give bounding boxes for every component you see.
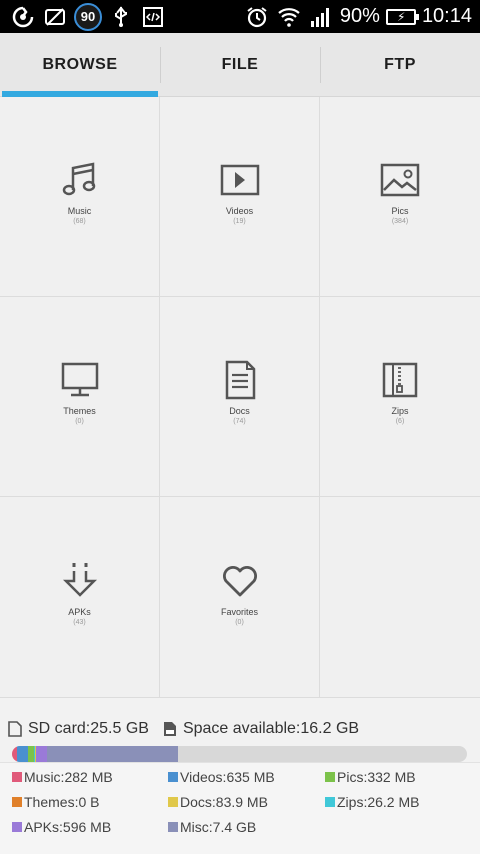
legend-text: Pics:332 MB [337, 769, 416, 785]
document-icon [218, 358, 262, 402]
sd-card-icon [8, 721, 22, 737]
category-label: Music [67, 206, 92, 216]
legend-swatch [168, 772, 178, 782]
legend-music: Music:282 MB [12, 769, 113, 785]
category-label: APKs [68, 606, 91, 617]
category-count: (68) [73, 218, 86, 225]
category-zips[interactable]: Zips (6) [320, 297, 480, 497]
picture-icon [378, 158, 422, 202]
usage-segment-videos [17, 746, 28, 762]
battery-percent: 90% [339, 5, 380, 27]
category-count: (74) [233, 418, 246, 425]
category-docs[interactable]: Docs (74) [160, 297, 320, 497]
legend-text: Videos:635 MB [180, 769, 275, 785]
legend-themes: Themes:0 B [12, 794, 99, 810]
legend-docs: Docs:83.9 MB [168, 794, 268, 810]
tab-ftp[interactable]: FTP [320, 33, 480, 97]
heart-icon [218, 559, 262, 603]
legend-videos: Videos:635 MB [168, 769, 275, 785]
sd-card-info: SD card:25.5 GB [8, 720, 149, 738]
video-icon [218, 158, 262, 202]
category-favorites[interactable]: Favorites (0) [160, 497, 320, 698]
legend-swatch [12, 772, 22, 782]
sync-icon [10, 4, 36, 30]
legend-pics: Pics:332 MB [325, 769, 416, 785]
legend-text: Zips:26.2 MB [337, 794, 420, 810]
usage-segment-misc [46, 746, 179, 762]
zip-icon [378, 358, 422, 402]
sd-card-filled-icon [163, 722, 176, 736]
empty-cell [320, 497, 480, 698]
category-music[interactable]: Music (68) [0, 97, 160, 297]
legend-swatch [12, 797, 22, 807]
category-count: (43) [73, 618, 86, 626]
tab-browse[interactable]: BROWSE [0, 33, 160, 97]
apk-download-icon [58, 559, 102, 603]
music-icon [58, 158, 102, 202]
category-label: Themes [63, 406, 96, 416]
legend-text: Themes:0 B [24, 794, 100, 810]
category-videos[interactable]: Videos (19) [160, 97, 320, 297]
category-label: Videos [225, 206, 254, 216]
legend-misc: Misc:7.4 GB [168, 819, 256, 835]
notification-count-badge: 90 [74, 2, 102, 31]
space-available-info: Space available:16.2 GB [163, 720, 359, 738]
category-label: Favorites [220, 606, 258, 617]
monitor-icon [58, 358, 102, 402]
tab-bar: BROWSE FILE FTP [0, 33, 480, 97]
category-apks[interactable]: APKs (43) [0, 497, 160, 698]
category-count: (0) [235, 618, 244, 626]
category-count: (6) [395, 418, 405, 425]
legend-text: APKs:596 MB [24, 819, 112, 835]
legend-swatch [12, 822, 22, 832]
storage-summary: SD card:25.5 GB Space available:16.2 GB [8, 718, 373, 740]
category-count: (384) [391, 218, 409, 225]
usb-icon [108, 4, 134, 30]
signal-strength-icon [308, 4, 334, 30]
storage-legend: Music:282 MB Videos:635 MB Pics:332 MB T… [0, 762, 480, 854]
category-label: Zips [391, 406, 409, 416]
legend-swatch [168, 822, 178, 832]
battery-charging-icon: ⚡ [385, 8, 419, 25]
legend-apks: APKs:596 MB [12, 819, 111, 835]
category-count: (0) [75, 418, 84, 425]
category-themes[interactable]: Themes (0) [0, 297, 160, 497]
clock-time: 10:14 [421, 5, 472, 27]
status-bar: 90 90% ⚡ 10:14 [0, 0, 480, 33]
storage-usage-bar [12, 746, 467, 762]
developer-code-icon [140, 4, 166, 30]
no-sim-icon [42, 4, 68, 30]
sd-card-label: SD card:25.5 GB [28, 720, 149, 737]
legend-swatch [168, 797, 178, 807]
usage-segment-apks [36, 746, 47, 762]
wifi-icon [276, 4, 302, 30]
category-label: Docs [229, 406, 250, 416]
legend-text: Docs:83.9 MB [180, 794, 268, 810]
legend-swatch [325, 772, 335, 782]
category-pics[interactable]: Pics (384) [320, 97, 480, 297]
category-grid: Music (68) Videos (19) Pics (384) Themes… [0, 97, 480, 698]
tab-file[interactable]: FILE [160, 33, 320, 97]
space-available-label: Space available:16.2 GB [182, 720, 360, 737]
category-label: Pics [391, 206, 409, 216]
storage-panel: SD card:25.5 GB Space available:16.2 GB … [0, 698, 480, 854]
legend-zips: Zips:26.2 MB [325, 794, 419, 810]
legend-swatch [325, 797, 335, 807]
alarm-clock-icon [244, 4, 270, 30]
legend-text: Misc:7.4 GB [180, 819, 257, 835]
legend-text: Music:282 MB [24, 769, 113, 785]
category-count: (19) [233, 218, 246, 225]
